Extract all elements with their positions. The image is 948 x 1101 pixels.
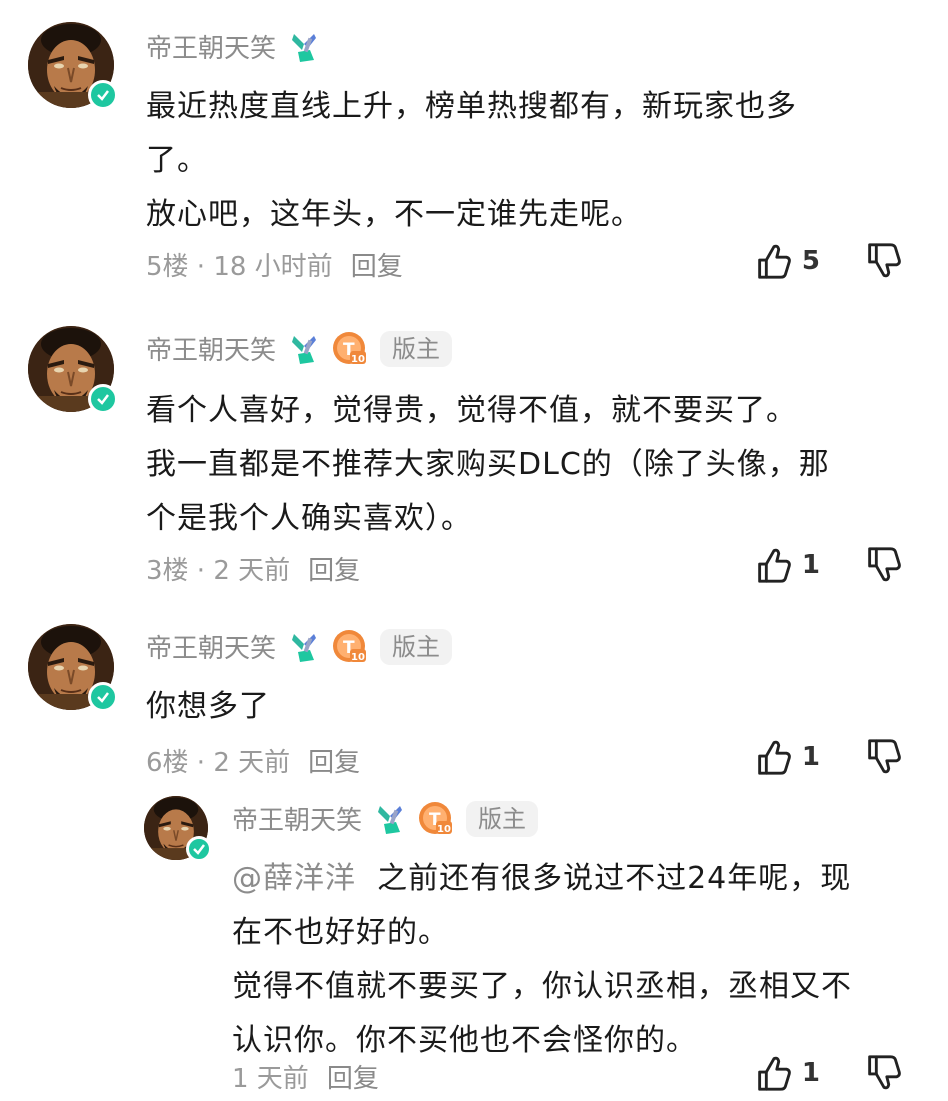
thumbs-down-icon bbox=[868, 243, 901, 278]
like-button[interactable]: 5 bbox=[752, 240, 820, 282]
reply-button[interactable]: 回复 bbox=[351, 246, 403, 283]
floor-time: 5楼 · 18 小时前 bbox=[146, 252, 333, 282]
level-badge-icon bbox=[333, 629, 367, 663]
verified-icon bbox=[88, 80, 118, 110]
text-line: 觉得不值就不要买了，你认识丞相，丞相又不 bbox=[232, 969, 852, 1004]
verified-icon bbox=[88, 384, 118, 414]
like-button[interactable]: 1 bbox=[752, 1052, 820, 1094]
text-line: 了。 bbox=[146, 143, 208, 178]
avatar[interactable] bbox=[28, 624, 118, 712]
thumbs-up-icon bbox=[758, 244, 791, 279]
game-pendant-icon bbox=[378, 805, 403, 834]
level-badge-icon bbox=[419, 801, 453, 835]
game-pendant-icon bbox=[292, 33, 317, 62]
comment-text: 看个人喜好，觉得贵，觉得不值，就不要买了。 我一直都是不推荐大家购买DLC的（除… bbox=[146, 384, 830, 546]
reply-button[interactable]: 回复 bbox=[308, 550, 360, 587]
like-count: 5 bbox=[801, 246, 820, 276]
text-line: 看个人喜好，觉得贵，觉得不值，就不要买了。 bbox=[146, 393, 797, 428]
verified-icon bbox=[88, 682, 118, 712]
mention-link[interactable]: @薛洋洋 bbox=[232, 861, 356, 896]
game-pendant-icon bbox=[292, 633, 317, 662]
text-line: 在不也好好的。 bbox=[232, 915, 449, 950]
text-segment: 之前还有很多说过不过24年呢，现 bbox=[377, 861, 852, 896]
like-count: 1 bbox=[801, 742, 820, 772]
dislike-button[interactable] bbox=[862, 240, 904, 282]
comment-text: 你想多了 bbox=[146, 680, 270, 734]
avatar[interactable] bbox=[144, 796, 212, 862]
like-count: 1 bbox=[801, 550, 820, 580]
game-pendant-icon bbox=[292, 335, 317, 364]
username[interactable]: 帝王朝天笑 bbox=[232, 800, 362, 837]
comment-text: 最近热度直线上升，榜单热搜都有，新玩家也多 了。 放心吧，这年头，不一定谁先走呢… bbox=[146, 80, 797, 242]
like-button[interactable]: 1 bbox=[752, 736, 820, 778]
avatar[interactable] bbox=[28, 22, 118, 110]
floor-time: 3楼 · 2 天前 bbox=[146, 556, 291, 586]
username[interactable]: 帝王朝天笑 bbox=[146, 330, 276, 367]
moderator-tag: 版主 bbox=[466, 800, 539, 837]
reply-button[interactable]: 回复 bbox=[327, 1058, 379, 1095]
thumbs-down-icon bbox=[868, 1055, 901, 1090]
level-badge-icon bbox=[333, 331, 367, 365]
text-line: @薛洋洋 之前还有很多说过不过24年呢，现 bbox=[232, 852, 852, 906]
thumbs-down-icon bbox=[868, 547, 901, 582]
dislike-button[interactable] bbox=[862, 1052, 904, 1094]
thumbs-up-icon bbox=[758, 548, 791, 583]
comment-text: @薛洋洋 之前还有很多说过不过24年呢，现 在不也好好的。 觉得不值就不要买了，… bbox=[232, 852, 852, 1068]
reply-button[interactable]: 回复 bbox=[308, 742, 360, 779]
moderator-tag: 版主 bbox=[380, 330, 453, 367]
thumbs-up-icon bbox=[758, 740, 791, 775]
floor-time: 1 天前 bbox=[232, 1064, 309, 1094]
thumbs-up-icon bbox=[758, 1056, 791, 1091]
moderator-tag: 版主 bbox=[380, 628, 453, 665]
avatar[interactable] bbox=[28, 326, 118, 414]
text-line: 我一直都是不推荐大家购买DLC的（除了头像，那 bbox=[146, 447, 830, 482]
text-line: 你想多了 bbox=[146, 689, 270, 724]
like-button[interactable]: 1 bbox=[752, 544, 820, 586]
like-count: 1 bbox=[801, 1058, 820, 1088]
dislike-button[interactable] bbox=[862, 544, 904, 586]
text-line: 放心吧，这年头，不一定谁先走呢。 bbox=[146, 197, 642, 232]
floor-time: 6楼 · 2 天前 bbox=[146, 748, 291, 778]
text-line: 个是我个人确实喜欢）。 bbox=[146, 501, 472, 536]
text-line: 最近热度直线上升，榜单热搜都有，新玩家也多 bbox=[146, 89, 797, 124]
dislike-button[interactable] bbox=[862, 736, 904, 778]
verified-icon bbox=[186, 836, 212, 862]
thumbs-down-icon bbox=[868, 739, 901, 774]
username[interactable]: 帝王朝天笑 bbox=[146, 628, 276, 665]
username[interactable]: 帝王朝天笑 bbox=[146, 28, 276, 65]
